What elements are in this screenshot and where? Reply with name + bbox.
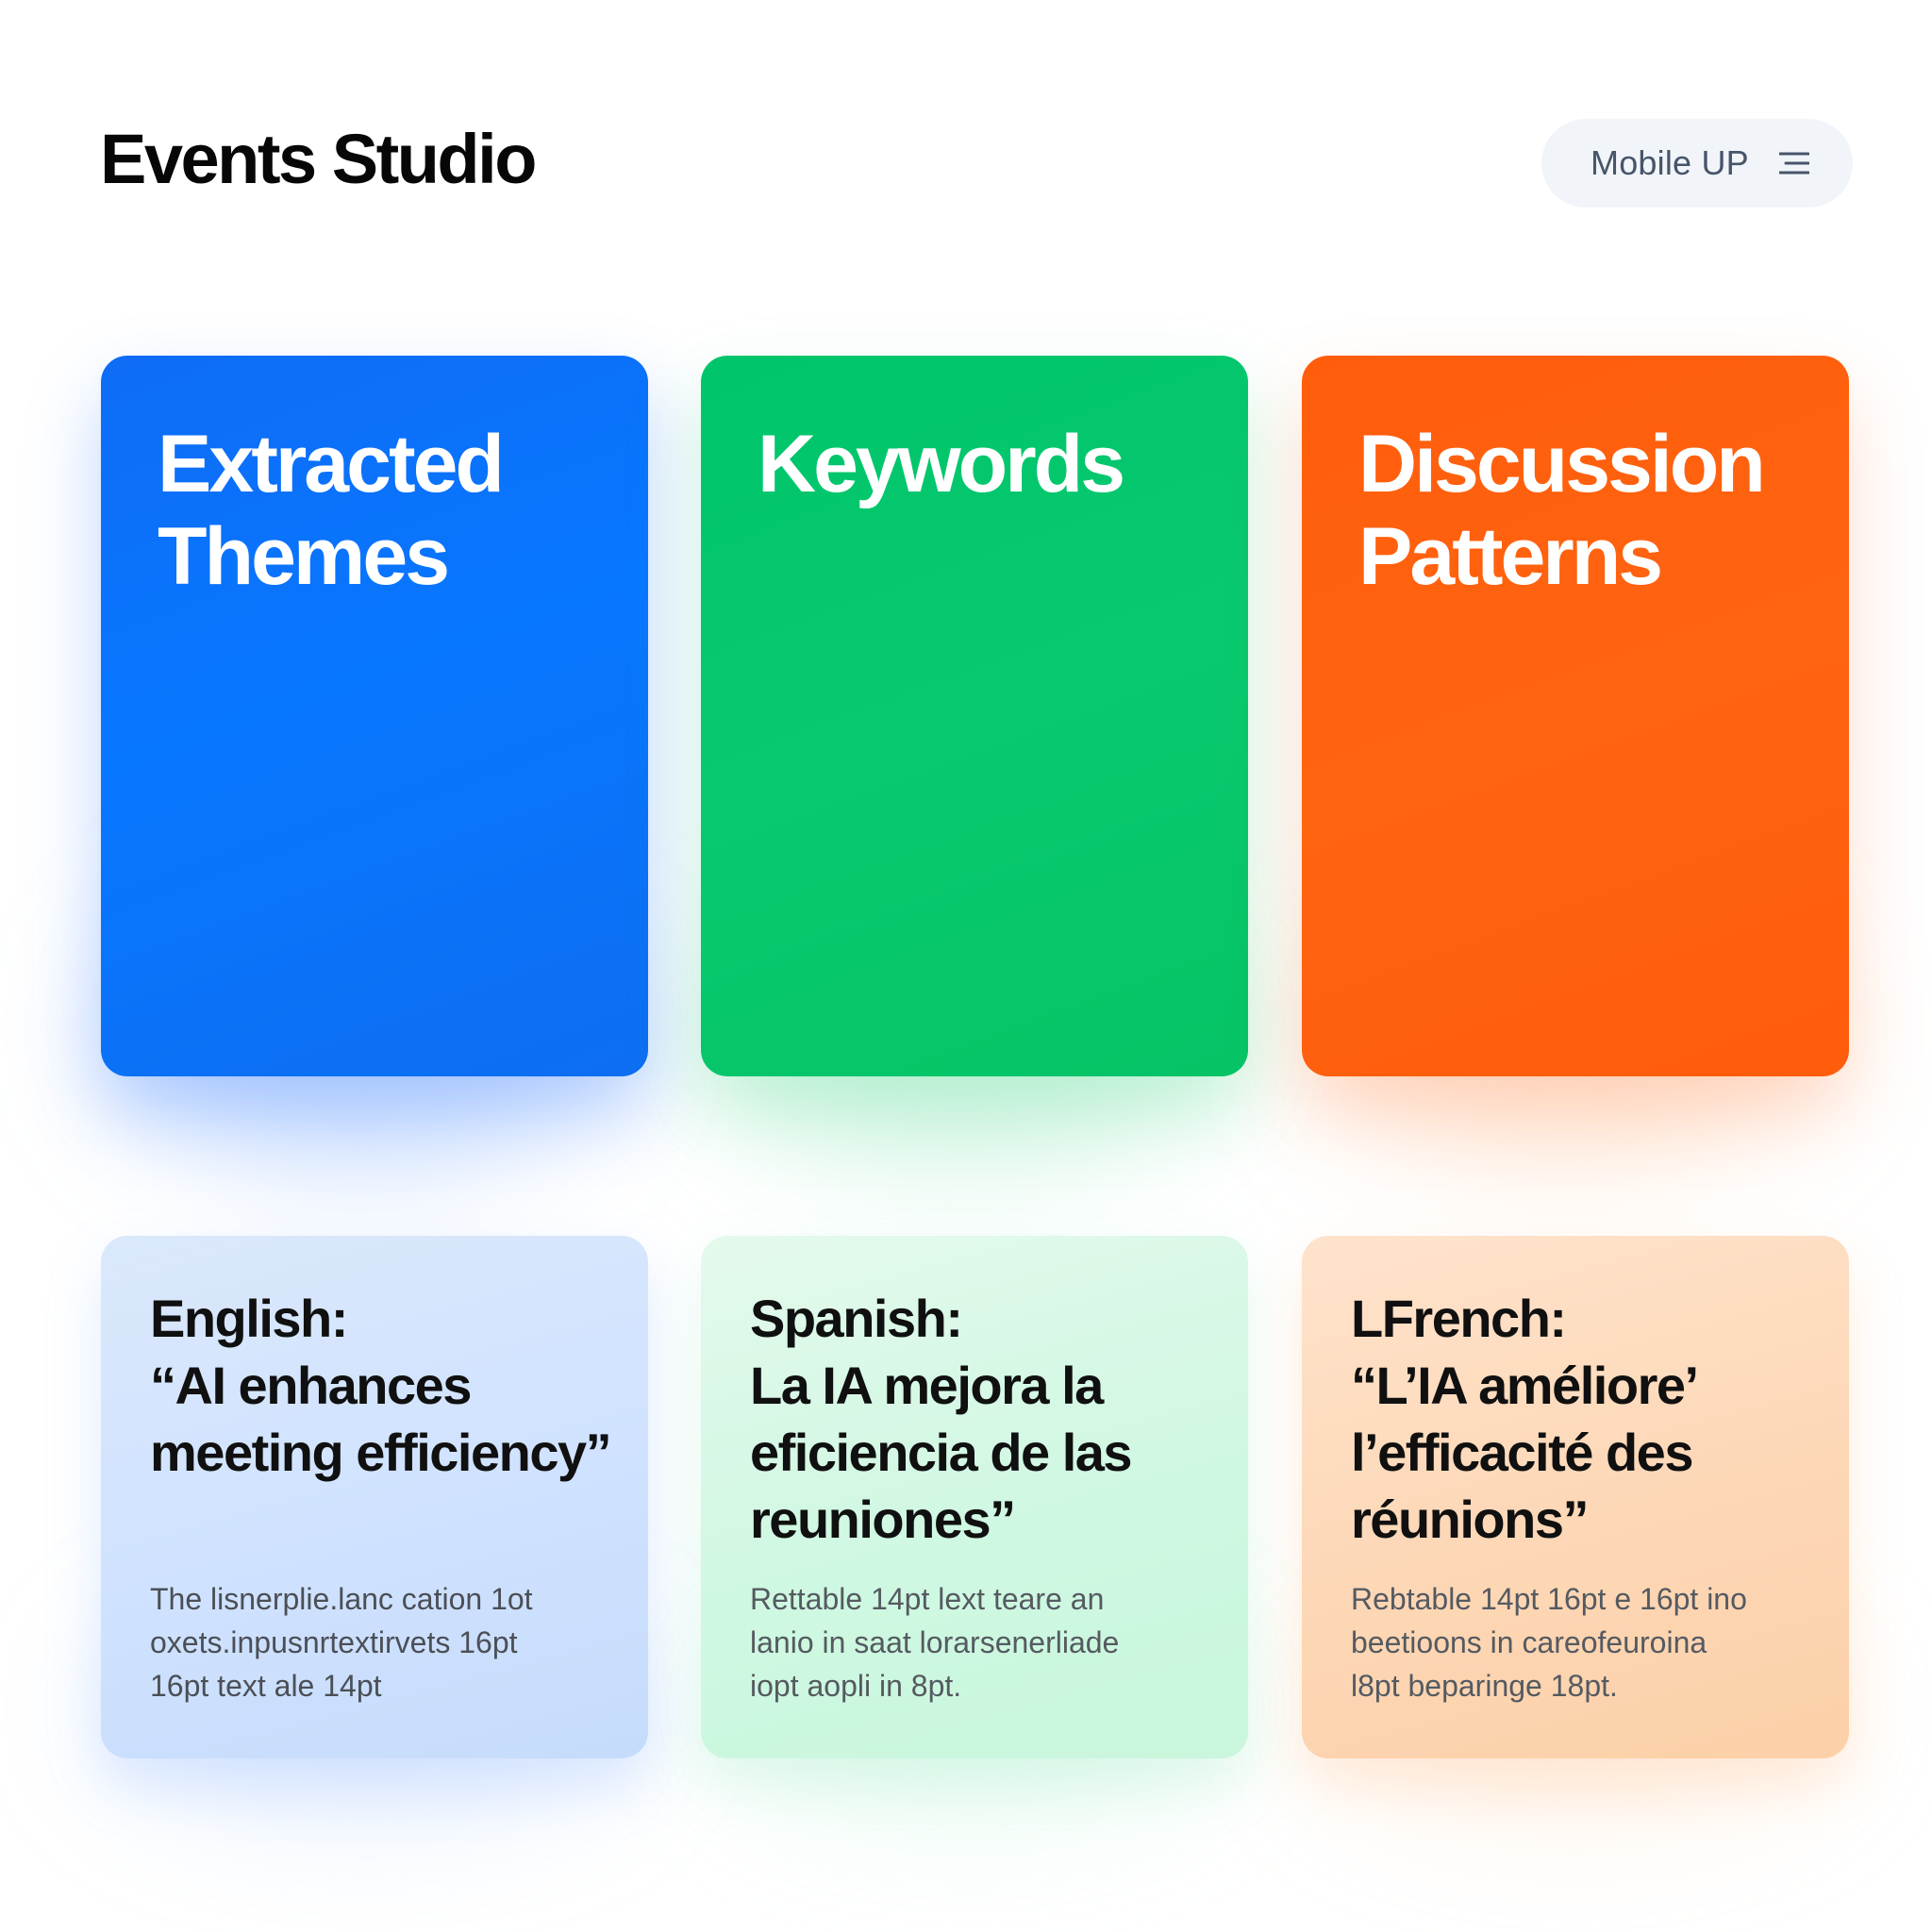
mobile-mode-toggle[interactable]: Mobile UP (1541, 119, 1853, 208)
quote-body: The lisnerplie.lanc cation 1ot oxets.inp… (150, 1582, 533, 1703)
quote-text: English: “AI enhances meeting efficiency… (150, 1289, 612, 1482)
mode-label: Mobile UP (1591, 143, 1749, 182)
discussion-patterns-card[interactable]: Discussion Patterns (1302, 356, 1849, 1076)
card-title: Keywords (758, 419, 1125, 509)
menu-icon (1778, 151, 1809, 175)
spanish-quote-card[interactable]: Spanish: La IA mejora la eficiencia de l… (701, 1236, 1248, 1758)
keywords-card[interactable]: Keywords (701, 356, 1248, 1076)
quote-body: Rebtable 14pt 16pt e 16pt ino beetioons … (1351, 1582, 1747, 1703)
card-title: Extracted Themes (158, 419, 505, 602)
quote-body: Rettable 14pt lext teare an lanio in saa… (750, 1582, 1120, 1703)
french-quote-card[interactable]: LFrench: “L’IA améliore’ l’efficacité de… (1302, 1236, 1849, 1758)
quote-text: Spanish: La IA mejora la eficiencia de l… (750, 1289, 1133, 1549)
english-quote-card[interactable]: English: “AI enhances meeting efficiency… (101, 1236, 648, 1758)
card-title: Discussion Patterns (1358, 419, 1766, 602)
app-title: Events Studio (100, 120, 537, 198)
quote-text: LFrench: “L’IA améliore’ l’efficacité de… (1351, 1289, 1699, 1549)
extracted-themes-card[interactable]: Extracted Themes (101, 356, 648, 1076)
